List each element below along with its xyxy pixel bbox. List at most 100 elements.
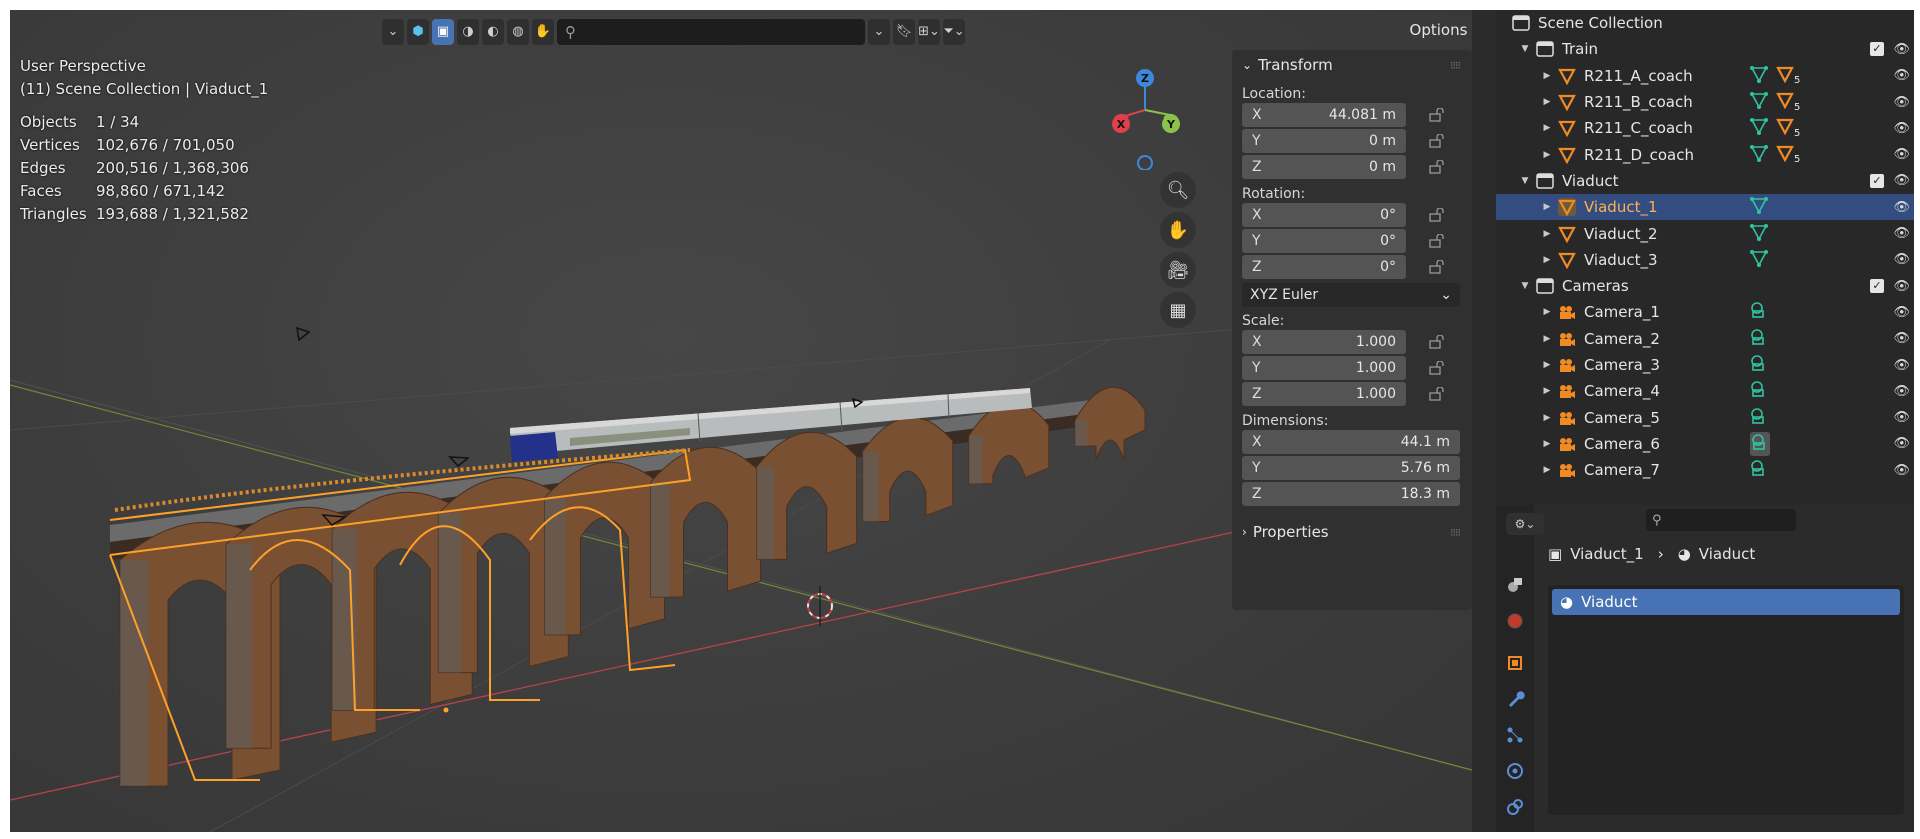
outliner-collection-row[interactable]: ▼ Cameras ✓ 👁︎ <box>1496 273 1914 299</box>
exclude-checkbox[interactable]: ✓ <box>1870 42 1884 57</box>
eye-icon[interactable]: 👁︎ <box>1893 200 1910 215</box>
outliner-camera-row[interactable]: ▶ Camera_6 👁︎ <box>1496 431 1914 457</box>
location-y-field[interactable]: Y 0 m <box>1242 129 1406 153</box>
outliner-object-row[interactable]: ▶ Viaduct_3 👁︎ <box>1496 247 1914 273</box>
modifier-icon[interactable] <box>1776 144 1794 166</box>
expand-right-icon[interactable]: ▶ <box>1540 229 1554 239</box>
outliner-object-row[interactable]: ▶ Viaduct_1 👁︎ <box>1496 194 1914 221</box>
scale-z-field[interactable]: Z 1.000 <box>1242 382 1406 406</box>
eye-icon[interactable]: 👁︎ <box>1893 173 1910 188</box>
chevron-down-icon[interactable]: ⌄ <box>382 18 404 45</box>
bookmark-icon[interactable]: 🔖︎ <box>893 18 915 45</box>
rotation-x-field[interactable]: X 0° <box>1242 203 1406 227</box>
sphere-shading-icon[interactable]: ◐ <box>482 18 504 45</box>
hand-tool-icon[interactable]: ✋ <box>532 18 554 45</box>
camera-data-icon[interactable] <box>1750 407 1768 429</box>
chevron-down-icon[interactable]: ⌄ <box>868 18 890 45</box>
mesh-data-icon[interactable] <box>1750 249 1768 271</box>
expand-right-icon[interactable]: ▶ <box>1540 150 1554 160</box>
scale-y-field[interactable]: Y 1.000 <box>1242 356 1406 380</box>
outliner-root[interactable]: Scene Collection <box>1496 10 1914 36</box>
physics-icon[interactable] <box>1505 761 1525 781</box>
search-input[interactable]: ⚲ <box>557 18 865 45</box>
dimensions-x-field[interactable]: X 44.1 m <box>1242 430 1460 454</box>
camera-view-icon[interactable]: 🎥︎ <box>1160 252 1196 288</box>
transform-panel-header[interactable]: ⌄ Transform ⁝⁝⁝⁝ <box>1232 50 1472 80</box>
eye-icon[interactable]: 👁︎ <box>1893 42 1910 57</box>
expand-right-icon[interactable]: ▶ <box>1540 386 1554 396</box>
eye-icon[interactable]: 👁︎ <box>1893 252 1910 267</box>
outliner-camera-row[interactable]: ▶ Camera_4 👁︎ <box>1496 378 1914 404</box>
breadcrumb-material[interactable]: Viaduct <box>1699 545 1755 563</box>
expand-right-icon[interactable]: ▶ <box>1540 465 1554 475</box>
pan-hand-icon[interactable]: ✋ <box>1160 212 1196 248</box>
outliner-collection-row[interactable]: ▼ Train ✓ 👁︎ <box>1496 36 1914 62</box>
lock-icon[interactable] <box>1428 233 1446 248</box>
constraints-icon[interactable] <box>1505 797 1525 817</box>
exclude-checkbox[interactable]: ✓ <box>1870 173 1884 188</box>
drag-grip-icon[interactable]: ⁝⁝⁝⁝ <box>1450 59 1461 72</box>
mesh-data-icon[interactable] <box>1750 117 1768 139</box>
dimensions-z-field[interactable]: Z 18.3 m <box>1242 482 1460 506</box>
outliner-object-row[interactable]: ▶ R211_D_coach 5 👁︎ <box>1496 141 1914 167</box>
mesh-data-icon[interactable] <box>1750 223 1768 245</box>
eye-icon[interactable]: 👁︎ <box>1893 121 1910 136</box>
wrench-icon[interactable] <box>1505 689 1525 709</box>
eye-icon[interactable]: 👁︎ <box>1893 147 1910 162</box>
rotation-mode-select[interactable]: XYZ Euler ⌄ <box>1242 283 1460 307</box>
lock-icon[interactable] <box>1428 334 1446 349</box>
mesh-data-icon[interactable] <box>1750 196 1768 218</box>
outliner-collection-row[interactable]: ▼ Viaduct ✓ 👁︎ <box>1496 168 1914 194</box>
eye-icon[interactable]: 👁︎ <box>1893 95 1910 110</box>
location-z-field[interactable]: Z 0 m <box>1242 155 1406 179</box>
eye-icon[interactable]: 👁︎ <box>1893 226 1910 241</box>
camera-data-icon[interactable] <box>1750 354 1768 376</box>
scale-x-field[interactable]: X 1.000 <box>1242 330 1406 354</box>
outliner-camera-row[interactable]: ▶ Camera_5 👁︎ <box>1496 404 1914 430</box>
zoom-icon[interactable]: 🔍︎ <box>1160 172 1196 208</box>
mesh-data-icon[interactable] <box>1750 65 1768 87</box>
expand-right-icon[interactable]: ▶ <box>1540 307 1554 317</box>
lock-icon[interactable] <box>1428 386 1446 401</box>
lock-icon[interactable] <box>1428 259 1446 274</box>
eye-icon[interactable]: 👁︎ <box>1893 305 1910 320</box>
drag-grip-icon[interactable]: ⁝⁝⁝⁝ <box>1450 526 1461 539</box>
rendered-shading-icon[interactable]: ◍ <box>507 18 529 45</box>
eye-icon[interactable]: 👁︎ <box>1893 463 1910 478</box>
camera-data-icon[interactable] <box>1750 459 1768 481</box>
eye-icon[interactable]: 👁︎ <box>1893 358 1910 373</box>
expand-right-icon[interactable]: ▶ <box>1540 97 1554 107</box>
mesh-data-icon[interactable] <box>1750 91 1768 113</box>
world-icon[interactable] <box>1505 611 1525 631</box>
camera-data-icon[interactable] <box>1750 380 1768 402</box>
expand-down-icon[interactable]: ▼ <box>1518 281 1532 291</box>
eye-icon[interactable]: 👁︎ <box>1893 384 1910 399</box>
visibility-filter-icon[interactable]: ⬢ <box>407 18 429 45</box>
modifier-icon[interactable] <box>1776 91 1794 113</box>
object-icon[interactable] <box>1505 653 1525 673</box>
outliner-camera-row[interactable]: ▶ Camera_2 👁︎ <box>1496 326 1914 352</box>
outliner-object-row[interactable]: ▶ R211_C_coach 5 👁︎ <box>1496 115 1914 141</box>
expand-right-icon[interactable]: ▶ <box>1540 71 1554 81</box>
lock-icon[interactable] <box>1428 207 1446 222</box>
outliner-camera-row[interactable]: ▶ Camera_7 👁︎ <box>1496 457 1914 483</box>
layout-icon[interactable]: ⊞⌄ <box>918 18 940 45</box>
camera-data-icon[interactable] <box>1750 328 1768 350</box>
lock-icon[interactable] <box>1428 133 1446 148</box>
outliner-camera-row[interactable]: ▶ Camera_1 👁︎ <box>1496 299 1914 325</box>
modifier-icon[interactable] <box>1776 117 1794 139</box>
expand-right-icon[interactable]: ▶ <box>1540 360 1554 370</box>
grid-view-icon[interactable]: ▦ <box>1160 292 1196 328</box>
outliner-camera-row[interactable]: ▶ Camera_3 👁︎ <box>1496 352 1914 378</box>
camera-data-icon[interactable] <box>1750 431 1770 456</box>
eye-icon[interactable]: 👁︎ <box>1893 279 1910 294</box>
options-button[interactable]: Options ⌄ <box>1404 16 1472 44</box>
expand-right-icon[interactable]: ▶ <box>1540 334 1554 344</box>
expand-right-icon[interactable]: ▶ <box>1540 439 1554 449</box>
editor-type-icon[interactable]: ⚙⌄ <box>1506 513 1544 535</box>
material-slot[interactable]: ◕ Viaduct <box>1552 589 1900 615</box>
filter-icon[interactable]: ⏷⌄ <box>943 18 965 45</box>
scene-icon[interactable] <box>1505 575 1525 595</box>
eye-icon[interactable]: 👁︎ <box>1893 410 1910 425</box>
dimensions-y-field[interactable]: Y 5.76 m <box>1242 456 1460 480</box>
